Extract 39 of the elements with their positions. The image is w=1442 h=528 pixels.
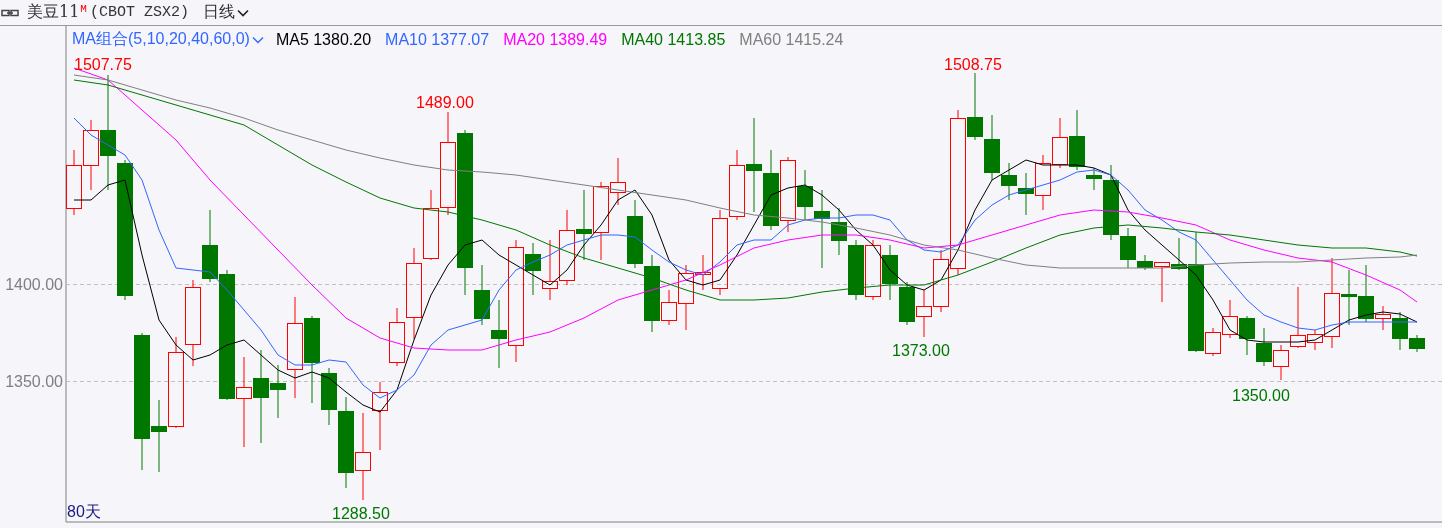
candlestick — [372, 381, 388, 451]
price-label: 1508.75 — [944, 56, 1002, 73]
day-count: 80天 — [67, 503, 101, 520]
candlestick — [865, 239, 881, 301]
candlestick — [1052, 117, 1068, 169]
price-label: 1350.00 — [1232, 387, 1290, 404]
price-label: 1489.00 — [416, 94, 474, 111]
price-label: 1507.75 — [74, 56, 132, 73]
candlestick — [1222, 299, 1238, 339]
axis-label: 1350.00 — [5, 373, 63, 390]
symbol-superscript: M — [80, 3, 87, 15]
candlestick — [848, 239, 864, 301]
candlestick — [576, 189, 592, 261]
symbol-name: 美豆11 — [27, 2, 80, 23]
candlestick — [916, 289, 932, 338]
candlestick — [1256, 327, 1272, 367]
candlestick — [1239, 315, 1255, 356]
average-reading: MA60 1415.24 — [739, 30, 844, 49]
price-label: 1288.50 — [332, 505, 390, 522]
indicator-dropdown[interactable]: MA组合(5,10,20,40,60,0) — [72, 29, 264, 50]
average-reading: MA40 1413.85 — [621, 30, 726, 49]
price-label: 1373.00 — [892, 342, 950, 359]
candlestick — [899, 281, 915, 326]
candlestick — [66, 149, 82, 216]
average-reading: MA20 1389.49 — [503, 30, 608, 49]
chevron-down-icon — [237, 8, 249, 17]
candlestick — [882, 244, 898, 301]
candlestick — [627, 199, 643, 269]
candlestick — [1035, 154, 1051, 211]
candlestick — [542, 239, 558, 301]
link-icon[interactable] — [1, 8, 19, 17]
candlestick — [1018, 172, 1034, 216]
period-dropdown[interactable]: 日线 — [203, 2, 249, 23]
contract-code: (CBOT ZSX2) — [89, 4, 189, 21]
average-reading: MA10 1377.07 — [385, 30, 490, 49]
candlestick — [729, 149, 745, 221]
chevron-down-icon — [251, 35, 264, 44]
axis-label: 1400.00 — [5, 276, 63, 293]
average-reading: MA5 1380.20 — [275, 30, 372, 49]
